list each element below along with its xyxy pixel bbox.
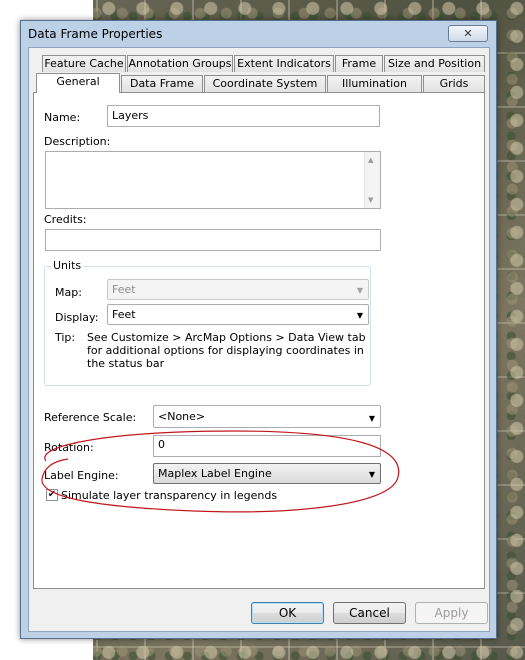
chevron-down-icon[interactable]: ▼ <box>369 414 375 423</box>
units-group-title: Units <box>51 259 84 272</box>
map-units-label: Map: <box>55 286 82 299</box>
close-icon: ✕ <box>463 27 473 40</box>
reference-scale-label: Reference Scale: <box>44 411 137 424</box>
reference-scale-combo[interactable]: <None> ▼ <box>153 405 381 428</box>
checkmark-icon: ✔ <box>47 489 57 500</box>
close-button[interactable]: ✕ <box>448 25 488 42</box>
credits-field[interactable] <box>45 229 381 251</box>
simulate-transparency-checkbox[interactable]: ✔ <box>46 489 58 501</box>
display-units-dropdown[interactable]: Feet ▼ <box>107 304 369 325</box>
tab-general[interactable]: General <box>36 73 120 93</box>
simulate-transparency-label[interactable]: Simulate layer transparency in legends <box>61 489 277 502</box>
data-frame-properties-dialog: Data Frame Properties ✕ Feature Cache An… <box>20 20 497 639</box>
label-engine-dropdown[interactable]: Maplex Label Engine ▼ <box>153 463 381 484</box>
chevron-down-icon[interactable]: ▼ <box>369 470 375 479</box>
name-field[interactable]: Layers <box>107 105 380 127</box>
tab-extent-indicators[interactable]: Extent Indicators <box>234 55 334 72</box>
label-engine-label: Label Engine: <box>44 469 119 482</box>
credits-label: Credits: <box>44 213 87 226</box>
tip-label: Tip: <box>55 331 76 344</box>
cancel-button[interactable]: Cancel <box>333 602 406 624</box>
apply-button[interactable]: Apply <box>415 602 488 624</box>
reference-scale-value: <None> <box>158 410 206 423</box>
tab-coordinate-system[interactable]: Coordinate System <box>204 75 326 92</box>
tab-feature-cache[interactable]: Feature Cache <box>42 55 126 72</box>
description-scrollbar[interactable]: ▲ ▼ <box>364 152 380 208</box>
tip-text: See Customize > ArcMap Options > Data Vi… <box>87 331 366 370</box>
title-bar[interactable]: Data Frame Properties ✕ <box>21 21 496 47</box>
description-textarea[interactable]: ▲ ▼ <box>45 151 381 209</box>
tab-illumination[interactable]: Illumination <box>327 75 422 92</box>
map-units-value: Feet <box>112 283 136 296</box>
rotation-field[interactable]: 0 <box>153 435 381 457</box>
tab-grids[interactable]: Grids <box>423 75 485 92</box>
dialog-title: Data Frame Properties <box>28 27 163 41</box>
units-group: Units Map: Feet ▼ Display: Feet ▼ Tip: S… <box>44 259 371 386</box>
tab-data-frame[interactable]: Data Frame <box>121 75 203 92</box>
label-engine-value: Maplex Label Engine <box>158 467 272 480</box>
map-units-dropdown: Feet ▼ <box>107 279 369 300</box>
general-tab-panel: Name: Layers Description: ▲ ▼ Credits: U… <box>33 92 485 589</box>
display-units-value: Feet <box>112 308 136 321</box>
rotation-label: Rotation: <box>44 441 94 454</box>
scroll-up-icon[interactable]: ▲ <box>368 156 373 164</box>
description-label: Description: <box>44 135 111 148</box>
chevron-down-icon: ▼ <box>356 286 363 295</box>
tab-annotation-groups[interactable]: Annotation Groups <box>127 55 233 72</box>
tab-frame[interactable]: Frame <box>335 55 383 72</box>
name-label: Name: <box>44 111 81 124</box>
dialog-client-area: Feature Cache Annotation Groups Extent I… <box>28 47 490 632</box>
chevron-down-icon[interactable]: ▼ <box>357 311 363 320</box>
scroll-down-icon[interactable]: ▼ <box>368 196 373 204</box>
display-units-label: Display: <box>55 311 99 324</box>
tab-size-and-position[interactable]: Size and Position <box>384 55 485 72</box>
ok-button[interactable]: OK <box>251 602 324 624</box>
